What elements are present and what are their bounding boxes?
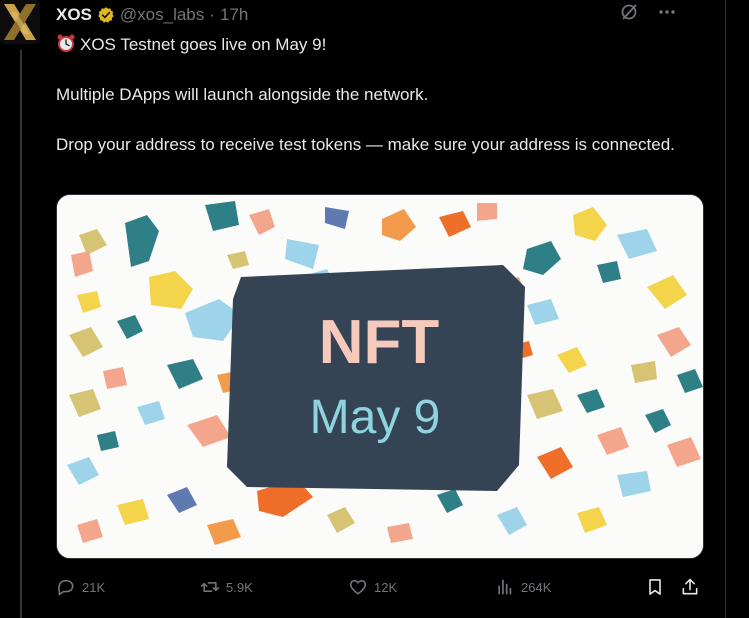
nft-date: May 9 xyxy=(310,391,441,444)
author-handle[interactable]: @xos_labs xyxy=(120,5,204,25)
header-actions xyxy=(619,2,677,27)
bookmark-icon xyxy=(649,579,661,595)
nft-headline: NFT xyxy=(319,308,440,377)
verified-badge-icon xyxy=(98,7,114,23)
like-button[interactable]: 12K xyxy=(348,577,397,597)
views-button[interactable]: 264K xyxy=(495,577,551,597)
repost-icon xyxy=(200,582,220,592)
right-gutter xyxy=(726,0,749,618)
nft-image: NFT May 9 xyxy=(57,195,703,558)
tweet-header: XOS @xos_labs · 17h xyxy=(56,4,248,26)
post-time[interactable]: 17h xyxy=(220,5,248,25)
xos-logo xyxy=(4,4,36,40)
more-icon[interactable] xyxy=(657,2,677,27)
share-button[interactable] xyxy=(680,577,700,597)
tweet-line-3: Drop your address to receive test tokens… xyxy=(56,135,675,154)
thread-line xyxy=(20,50,22,618)
nft-board xyxy=(227,265,525,491)
heart-icon xyxy=(349,579,367,595)
reply-count: 21K xyxy=(82,579,106,595)
alarm-clock-icon xyxy=(57,34,75,52)
tweet-line-1: XOS Testnet goes live on May 9! xyxy=(56,32,696,57)
tweet-line-2: Multiple DApps will launch alongside the… xyxy=(56,85,429,104)
like-count: 12K xyxy=(374,579,398,595)
header-separator: · xyxy=(209,5,215,24)
avatar[interactable] xyxy=(0,0,40,44)
repost-button[interactable]: 5.9K xyxy=(200,577,253,597)
tweet-card: XOS @xos_labs · 17h XOS Testnet goes liv… xyxy=(0,0,726,618)
reply-button[interactable]: 21K xyxy=(56,577,105,597)
repost-count: 5.9K xyxy=(226,579,253,595)
views-icon xyxy=(498,579,512,595)
reply-icon xyxy=(57,579,74,596)
grok-icon[interactable] xyxy=(619,2,639,27)
tweet-image[interactable]: NFT May 9 xyxy=(56,194,704,559)
author-name[interactable]: XOS xyxy=(56,5,92,25)
share-icon xyxy=(682,578,698,595)
bookmark-button[interactable] xyxy=(645,577,665,597)
tweet-text: XOS Testnet goes live on May 9! Multiple… xyxy=(56,32,696,157)
tweet-actions: 21K 5.9K 12K 264K xyxy=(56,575,702,599)
views-count: 264K xyxy=(521,579,552,595)
